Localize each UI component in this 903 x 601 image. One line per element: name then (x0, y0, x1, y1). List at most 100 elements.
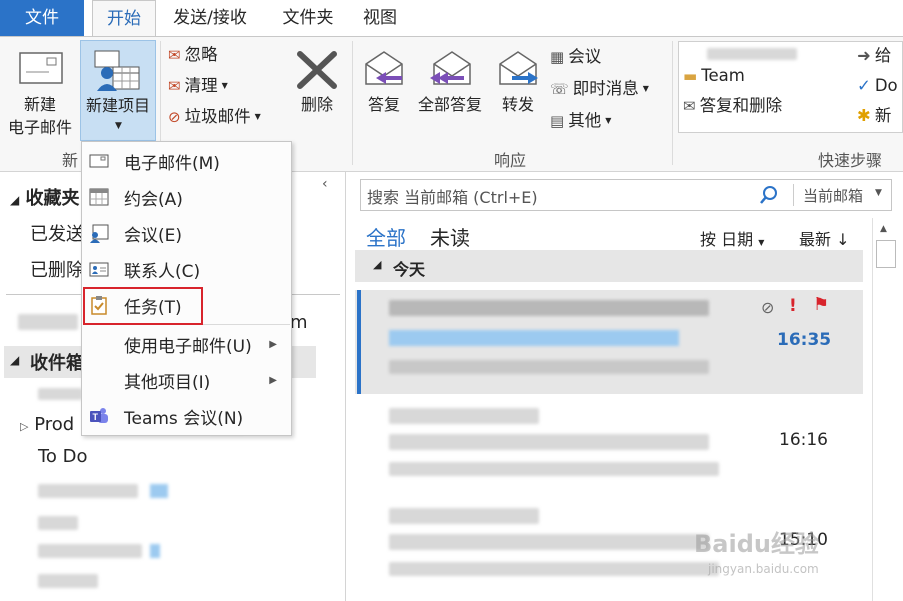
new-email-button[interactable]: 新建 电子邮件 (2, 40, 78, 141)
group-today-label: 今天 (393, 260, 426, 279)
cleanup-label: 清理 (184, 76, 218, 95)
blurred-preview (389, 562, 719, 576)
envelope-icon (19, 52, 63, 84)
quick-step-reply-delete[interactable]: ✉ 答复和删除 (683, 92, 782, 120)
scrollbar[interactable]: ▲ (872, 218, 898, 601)
menu-item-label: 电子邮件(M) (124, 153, 220, 174)
delete-icon (297, 51, 337, 89)
folder-products-label: Prod (34, 414, 75, 435)
folder-sent[interactable]: 已发送 (30, 220, 84, 246)
more-button[interactable]: ▤ 其他 ▼ (550, 107, 611, 135)
chat-icon: ☏ (550, 80, 569, 98)
quick-step-new[interactable]: ✱ 新 (857, 102, 891, 130)
junk-label: 垃圾邮件 (184, 107, 251, 126)
menu-item-email[interactable]: 电子邮件(M) (82, 143, 291, 179)
meeting-icon (89, 223, 109, 243)
chevron-down-icon: ▼ (758, 238, 765, 247)
menu-item-other-items[interactable]: 其他项目(I) ▶ (82, 362, 291, 398)
quick-step-give[interactable]: ➜ 给 (857, 42, 891, 70)
folder-products[interactable]: ▷ Prod (20, 414, 74, 435)
tab-home[interactable]: 开始 (92, 0, 156, 37)
tab-folder[interactable]: 文件夹 (268, 0, 348, 36)
search-input[interactable]: 搜索 当前邮箱 (Ctrl+E) (367, 184, 538, 208)
reply-all-icon (430, 51, 471, 85)
chevron-down-icon[interactable]: ▼ (875, 188, 882, 198)
blurred-count (150, 544, 160, 558)
scroll-up-icon[interactable]: ▲ (880, 224, 887, 234)
menu-item-appointment[interactable]: 约会(A) (82, 179, 291, 215)
check-icon: ✓ (857, 76, 871, 95)
quick-step-team[interactable]: ▬ Team (683, 62, 745, 90)
cleanup-button[interactable]: ✉ 清理 ▼ (168, 72, 228, 100)
blurred-subject (389, 330, 679, 346)
account-suffix: m (290, 312, 308, 333)
tab-send-receive[interactable]: 发送/接收 (160, 0, 260, 36)
divider (793, 184, 794, 206)
expand-icon: ◢ (10, 193, 20, 207)
meeting-label: 会议 (568, 47, 602, 66)
arrow-icon: ➜ (857, 46, 871, 65)
menu-item-label: 约会(A) (124, 189, 183, 210)
menu-item-meeting[interactable]: 会议(E) (82, 215, 291, 251)
collapse-icon[interactable]: ‹ (322, 176, 328, 192)
reply-button[interactable]: 答复 (358, 40, 410, 141)
ignore-button[interactable]: ✉ 忽略 (168, 41, 218, 69)
meeting-button[interactable]: ▦ 会议 (550, 43, 601, 71)
search-scope-select[interactable]: 当前邮箱 (803, 185, 863, 206)
blurred-text (38, 516, 78, 530)
menu-item-teams-meeting[interactable]: T Teams 会议(N) (82, 398, 291, 434)
flag-icon[interactable]: ⚑ (813, 294, 829, 315)
blurred-sender (389, 508, 539, 524)
calendar-icon: ▦ (550, 48, 565, 66)
tab-file[interactable]: 文件 (0, 0, 84, 36)
blurred-text (38, 574, 98, 588)
folder-deleted[interactable]: 已删除 (30, 256, 84, 282)
new-items-button[interactable]: 新建项目 ▼ (80, 40, 156, 141)
blurred-text (38, 484, 138, 498)
quick-step-give-label: 给 (874, 46, 892, 65)
delete-button[interactable]: 删除 (290, 40, 344, 141)
message-row[interactable]: 16:16 (355, 400, 863, 500)
envelope-icon (89, 151, 109, 171)
favorites-header[interactable]: ◢ 收藏夹 (10, 184, 80, 210)
group-header-today[interactable]: ◢ 今天 (355, 250, 863, 282)
sort-order[interactable]: 最新 ↓ (799, 226, 850, 250)
filter-all[interactable]: 全部 (366, 222, 406, 251)
expand-icon: ▷ (20, 420, 29, 433)
junk-icon: ⊘ (168, 108, 181, 126)
quick-step-reply-delete-label: 答复和删除 (699, 96, 783, 115)
blurred-subject (389, 534, 709, 550)
divider (672, 41, 673, 165)
scroll-thumb[interactable] (876, 240, 896, 268)
arrow-down-icon: ↓ (836, 230, 850, 249)
expand-icon: ◢ (10, 353, 20, 367)
im-button[interactable]: ☏ 即时消息 ▼ (550, 75, 649, 103)
filter-unread[interactable]: 未读 (430, 222, 470, 251)
junk-button[interactable]: ⊘ 垃圾邮件 ▼ (168, 103, 261, 131)
watermark-url: jingyan.baidu.com (708, 562, 819, 576)
menu-item-contact[interactable]: 联系人(C) (82, 251, 291, 287)
search-icon[interactable] (759, 185, 779, 205)
sort-order-label: 最新 (799, 230, 832, 249)
forward-button[interactable]: 转发 (492, 40, 544, 141)
menu-item-use-email[interactable]: 使用电子邮件(U) ▶ (82, 326, 291, 362)
tab-view[interactable]: 视图 (352, 0, 408, 36)
message-time: 16:16 (779, 430, 828, 450)
folder-todo[interactable]: To Do (38, 446, 88, 467)
sort-by-date[interactable]: 按 日期 ▼ (700, 226, 764, 250)
quick-step-do[interactable]: ✓ Do (857, 72, 898, 100)
reply-all-button[interactable]: 全部答复 (412, 40, 488, 141)
delete-label: 删除 (300, 95, 333, 114)
chevron-down-icon: ▼ (115, 121, 122, 131)
highlight-box (83, 287, 203, 325)
search-box[interactable]: 搜索 当前邮箱 (Ctrl+E) 当前邮箱 ▼ (360, 179, 892, 211)
quick-step-team-label: Team (701, 66, 745, 85)
message-row[interactable]: ⊘ ! ⚑ 16:35 (355, 290, 863, 394)
folder-icon: ▬ (683, 67, 698, 85)
menu-item-label: Teams 会议(N) (124, 408, 244, 429)
chevron-down-icon: ▼ (642, 84, 649, 93)
more-icon: ▤ (550, 112, 565, 130)
more-label: 其他 (568, 111, 602, 130)
menu-item-label: 联系人(C) (124, 261, 201, 282)
new-email-label-2: 电子邮件 (7, 118, 72, 137)
